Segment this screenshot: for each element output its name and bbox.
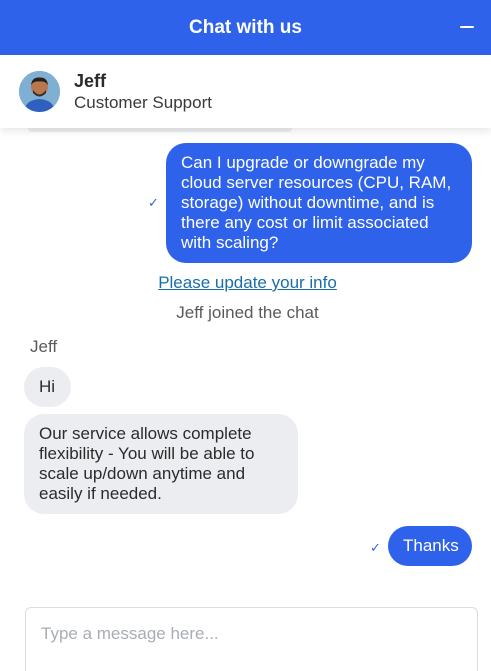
minus-icon <box>460 26 474 28</box>
message-bubble-user: Thanks <box>388 526 472 566</box>
message-list[interactable]: ✓ Can I upgrade or downgrade my cloud se… <box>0 128 491 590</box>
agent-role: Customer Support <box>74 92 212 112</box>
sender-label: Jeff <box>30 337 58 356</box>
message-bubble-agent: Our service allows complete flexibility … <box>24 414 298 514</box>
chat-header: Chat with us <box>0 0 491 55</box>
message-text: Our service allows complete flexibility … <box>39 424 255 503</box>
agent-avatar <box>19 71 60 112</box>
message-bubble-user: Can I upgrade or downgrade my cloud serv… <box>166 143 472 263</box>
message-input[interactable] <box>26 608 477 671</box>
message-bubble-agent: Hi <box>24 367 71 407</box>
message-text: Thanks <box>403 536 459 555</box>
agent-name: Jeff <box>74 70 107 91</box>
message-text: Hi <box>39 377 56 396</box>
check-icon: ✓ <box>148 195 159 210</box>
chat-title: Chat with us <box>189 16 302 38</box>
update-info-link[interactable]: Please update your info <box>0 273 491 293</box>
message-composer <box>25 607 478 671</box>
person-icon <box>19 71 60 112</box>
previous-message-bubble <box>28 128 292 132</box>
message-text: Can I upgrade or downgrade my cloud serv… <box>181 153 452 252</box>
chat-widget: Chat with us Jeff Customer Support ✓ Can… <box>0 0 491 671</box>
agent-info: Jeff Customer Support <box>0 55 491 128</box>
check-icon: ✓ <box>370 540 381 555</box>
minimize-button[interactable] <box>459 18 475 36</box>
system-note: Jeff joined the chat <box>176 303 319 322</box>
